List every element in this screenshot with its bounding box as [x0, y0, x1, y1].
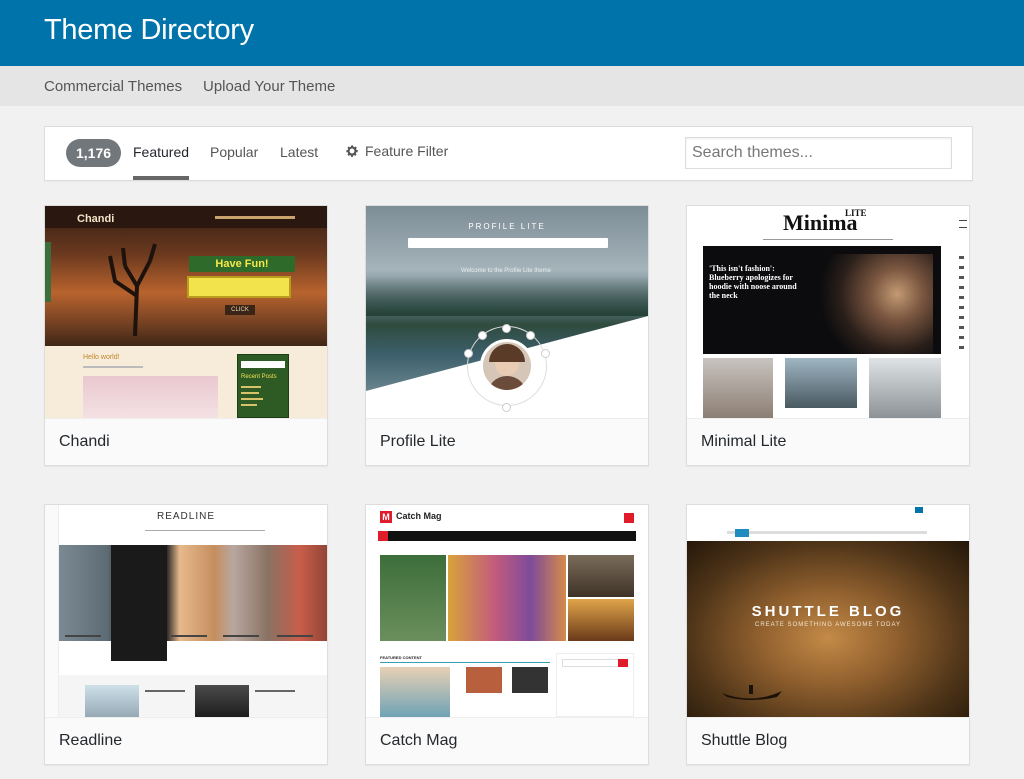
- theme-logo: PROFILE LITE: [468, 222, 546, 231]
- theme-screenshot: Minima LITE 'This isn't fashion': Bluebe…: [687, 206, 969, 418]
- tagline: Welcome to the Profile Lite theme: [461, 268, 551, 274]
- nav-commercial-themes[interactable]: Commercial Themes: [44, 78, 182, 95]
- theme-logo: Catch Mag: [396, 511, 442, 521]
- joshua-tree-illustration: [108, 243, 157, 336]
- banner-text: Have Fun!: [189, 256, 295, 272]
- theme-screenshot: PROFILE LITE Welcome to the Profile Lite…: [366, 206, 648, 418]
- theme-card-readline[interactable]: READLINE Readline: [44, 504, 328, 765]
- search-themes-input[interactable]: [685, 137, 952, 169]
- theme-name[interactable]: Profile Lite: [366, 418, 648, 465]
- site-header: Theme Directory: [0, 0, 1024, 66]
- headline: 'This isn't fashion': Blueberry apologiz…: [709, 264, 797, 300]
- theme-logo: SHUTTLE BLOG: [751, 603, 905, 620]
- theme-card-shuttle-blog[interactable]: SHUTTLE BLOG CREATE SOMETHING AWESOME TO…: [686, 504, 970, 765]
- theme-name[interactable]: Chandi: [45, 418, 327, 465]
- theme-name[interactable]: Shuttle Blog: [687, 717, 969, 764]
- logo-superscript: LITE: [845, 208, 867, 218]
- feature-filter-button[interactable]: Feature Filter: [345, 143, 448, 159]
- feature-filter-label: Feature Filter: [365, 143, 449, 159]
- tagline: CREATE SOMETHING AWESOME TODAY: [754, 622, 901, 628]
- theme-card-catch-mag[interactable]: M Catch Mag FEATURED CONTENT Catch Mag: [365, 504, 649, 765]
- gear-icon: [346, 145, 358, 157]
- avatar: [480, 339, 534, 393]
- widget-title: Recent Posts: [241, 374, 277, 380]
- tab-latest[interactable]: Latest: [280, 144, 318, 160]
- nav-upload-theme[interactable]: Upload Your Theme: [203, 78, 335, 95]
- cta-button: CLICK: [225, 305, 255, 315]
- sub-navigation: Commercial Themes Upload Your Theme: [0, 66, 1024, 106]
- page-title: Theme Directory: [44, 14, 254, 46]
- theme-filter-bar: 1,176 Featured Popular Latest Feature Fi…: [44, 126, 973, 181]
- theme-logo: Chandi: [77, 213, 115, 225]
- tab-popular[interactable]: Popular: [210, 144, 258, 160]
- theme-card-profile-lite[interactable]: PROFILE LITE Welcome to the Profile Lite…: [365, 205, 649, 466]
- theme-count-badge: 1,176: [66, 139, 122, 167]
- boat-illustration: [722, 685, 782, 700]
- theme-name[interactable]: Minimal Lite: [687, 418, 969, 465]
- logo-mark: M: [380, 511, 392, 523]
- theme-card-minimal-lite[interactable]: Minima LITE 'This isn't fashion': Bluebe…: [686, 205, 970, 466]
- section-label: FEATURED CONTENT: [380, 655, 422, 660]
- post-title: Hello world!: [83, 354, 120, 361]
- theme-name[interactable]: Catch Mag: [366, 717, 648, 764]
- theme-logo: READLINE: [156, 511, 215, 522]
- theme-screenshot: M Catch Mag FEATURED CONTENT: [366, 505, 648, 717]
- theme-screenshot: SHUTTLE BLOG CREATE SOMETHING AWESOME TO…: [687, 505, 969, 717]
- theme-screenshot: Chandi Have Fun! CLICK Hello world! Rece…: [45, 206, 327, 418]
- theme-screenshot: READLINE: [45, 505, 327, 717]
- theme-name[interactable]: Readline: [45, 717, 327, 764]
- theme-card-chandi[interactable]: Chandi Have Fun! CLICK Hello world! Rece…: [44, 205, 328, 466]
- tab-featured[interactable]: Featured: [133, 144, 190, 180]
